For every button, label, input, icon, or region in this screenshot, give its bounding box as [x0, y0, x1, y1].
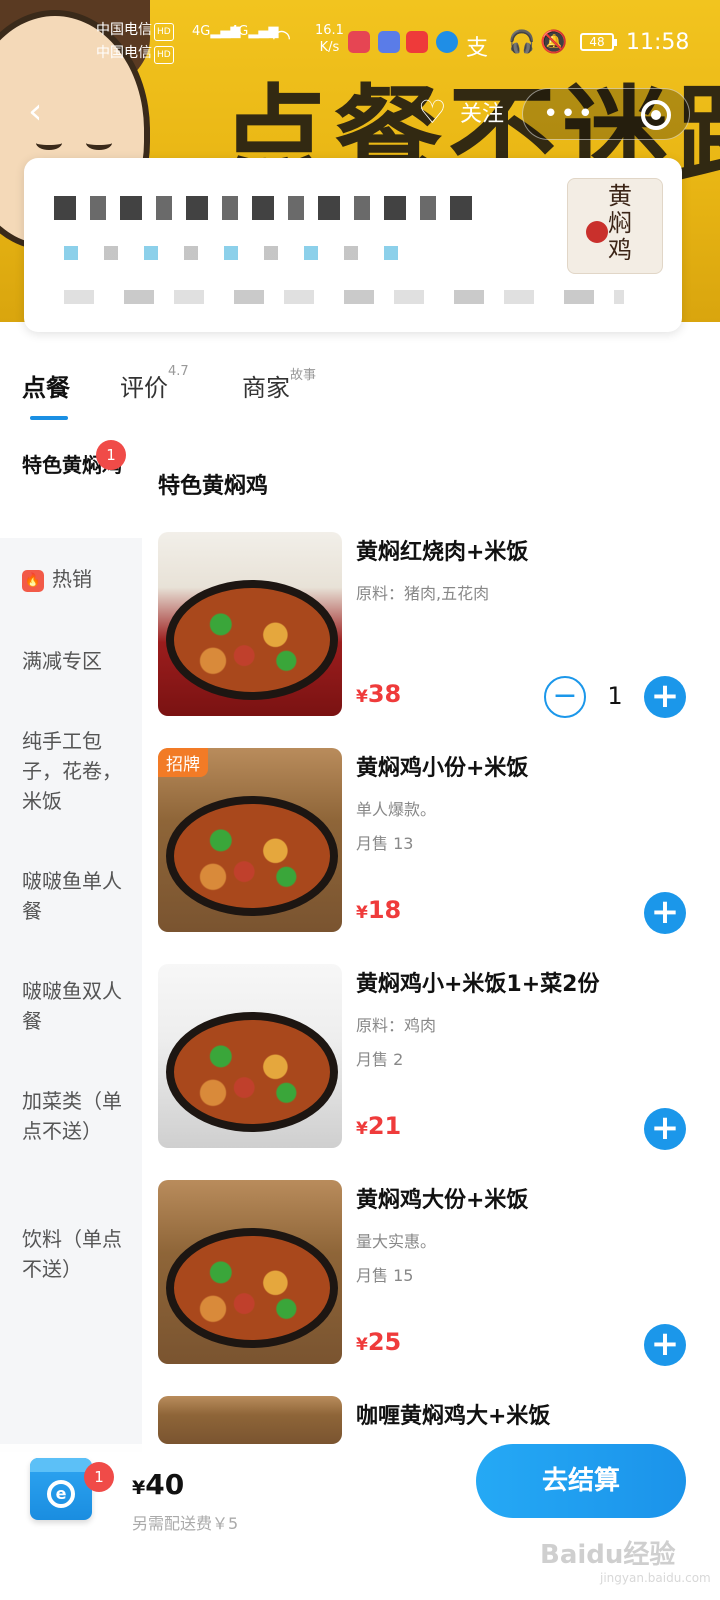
product-item[interactable]: 黄焖鸡大份+米饭 量大实惠。 月售 15 ¥25 +	[158, 1180, 698, 1366]
sidebar-item-featured[interactable]: 特色黄焖鸡 1	[0, 432, 142, 538]
product-monthly-sales: 月售 15	[356, 1266, 414, 1285]
heart-plus-icon: ♡	[418, 93, 447, 131]
product-item[interactable]: 黄焖鸡小+米饭1+菜2份 原料：鸡肉 月售 2 ¥21 +	[158, 964, 698, 1150]
shop-stats-redacted	[64, 246, 414, 260]
product-monthly-sales: 月售 2	[356, 1050, 404, 1069]
category-count-badge: 1	[96, 440, 126, 470]
banner-eye	[86, 136, 112, 150]
checkout-button[interactable]: 去结算	[476, 1444, 686, 1518]
product-price: ¥21	[356, 1112, 402, 1140]
add-to-cart-button[interactable]: +	[644, 892, 686, 934]
sidebar-item-side-dishes[interactable]: 加菜类（单点不送）	[22, 1086, 126, 1146]
shop-notice-redacted	[64, 290, 624, 304]
tab-bar: 点餐 评价4.7 商家故事	[0, 364, 720, 428]
follow-button[interactable]: ♡ 关注	[418, 92, 504, 132]
carrier-1: 中国电信 HD	[96, 22, 174, 41]
product-name: 黄焖鸡小+米饭1+菜2份	[356, 972, 600, 997]
product-desc: 量大实惠。	[356, 1232, 437, 1251]
tab-merchant[interactable]: 商家故事	[242, 368, 316, 403]
decrease-quantity-button[interactable]: −	[544, 676, 586, 718]
flame-icon: 🔥	[22, 570, 44, 592]
category-sidebar: 特色黄焖鸡 1 🔥 热销 满减专区 纯手工包子，花卷，米饭 啵啵鱼单人餐 啵啵鱼双…	[0, 432, 142, 1452]
product-desc: 单人爆款。	[356, 800, 437, 819]
product-price: ¥18	[356, 896, 402, 924]
app-notification-icon	[348, 31, 370, 53]
product-monthly-sales: 月售 13	[356, 834, 414, 853]
status-bar: 中国电信 HD 中国电信 HD 4G▂▄▆ 4G▂▄▆ ◠ 16.1 K/s 支 🎧…	[0, 0, 720, 90]
product-name: 黄焖红烧肉+米饭	[356, 540, 529, 565]
product-image: 招牌	[158, 748, 342, 932]
shop-info-card[interactable]: 黄焖鸡	[24, 158, 682, 332]
section-title: 特色黄焖鸡	[158, 474, 269, 499]
product-image	[158, 1396, 342, 1444]
app-notification-icon	[406, 31, 428, 53]
sidebar-item-fish-double[interactable]: 啵啵鱼双人餐	[22, 976, 126, 1036]
sidebar-item-hot[interactable]: 🔥 热销	[22, 564, 126, 594]
tab-reviews[interactable]: 评价4.7	[120, 364, 189, 403]
net-speed: 16.1 K/s	[315, 23, 344, 55]
back-button[interactable]: ‹	[28, 92, 64, 132]
quantity-value: 1	[607, 682, 623, 710]
active-tab-indicator	[30, 416, 68, 420]
cart-icon[interactable]: e	[30, 1458, 92, 1520]
headset-icon: 🎧	[508, 30, 536, 55]
product-item[interactable]: 黄焖红烧肉+米饭 原料：猪肉,五花肉 ¥38 − 1 +	[158, 532, 698, 718]
battery-icon: 48	[580, 33, 617, 51]
product-item[interactable]: 招牌 黄焖鸡小份+米饭 单人爆款。 月售 13 ¥18 +	[158, 748, 698, 934]
follow-label: 关注	[460, 102, 505, 127]
mute-bell-icon: 🔕	[540, 30, 568, 55]
alipay-icon: 支	[466, 36, 489, 61]
sidebar-item-buns[interactable]: 纯手工包子，花卷，米饭	[22, 726, 126, 816]
product-name: 咖喱黄焖鸡大+米饭	[356, 1404, 551, 1429]
product-price: ¥38	[356, 680, 402, 708]
sidebar-item-drinks[interactable]: 饮料（单点不送）	[22, 1224, 126, 1284]
product-image	[158, 1180, 342, 1364]
add-to-cart-button[interactable]: +	[644, 676, 686, 718]
mini-program-capsule: •••	[522, 88, 690, 140]
product-name: 黄焖鸡大份+米饭	[356, 1188, 529, 1213]
sidebar-item-fish-single[interactable]: 啵啵鱼单人餐	[22, 866, 126, 926]
logo-stamp	[586, 221, 608, 243]
browser-app-icon	[436, 31, 458, 53]
cart-count-badge: 1	[84, 1462, 114, 1492]
add-to-cart-button[interactable]: +	[644, 1108, 686, 1150]
shop-name-redacted	[54, 196, 484, 220]
sidebar-item-discount[interactable]: 满减专区	[22, 646, 126, 676]
product-image	[158, 964, 342, 1148]
baidu-watermark: Baidu经验 jingyan.baidu.com	[540, 1540, 711, 1585]
carrier-2: 中国电信 HD	[96, 45, 174, 64]
clock: 11:58	[626, 30, 690, 55]
banner-eye	[36, 136, 62, 150]
target-icon[interactable]	[641, 100, 671, 130]
delivery-fee-note: 另需配送费￥5	[132, 1514, 239, 1533]
wifi-icon: ◠	[272, 26, 292, 51]
cart-bar: e 1 ¥40 另需配送费￥5 去结算 Baidu经验 jingyan.baid…	[0, 1444, 720, 1600]
more-dots-icon[interactable]: •••	[543, 97, 593, 131]
product-name: 黄焖鸡小份+米饭	[356, 756, 529, 781]
tab-order[interactable]: 点餐	[22, 368, 70, 403]
product-item[interactable]: 咖喱黄焖鸡大+米饭	[158, 1396, 698, 1444]
music-app-icon	[378, 31, 400, 53]
product-image	[158, 532, 342, 716]
signature-tag: 招牌	[158, 748, 208, 777]
shop-logo: 黄焖鸡	[567, 178, 663, 274]
product-price: ¥25	[356, 1328, 402, 1356]
add-to-cart-button[interactable]: +	[644, 1324, 686, 1366]
chevron-left-icon: ‹	[28, 91, 43, 132]
product-desc: 原料：猪肉,五花肉	[356, 584, 490, 603]
product-desc: 原料：鸡肉	[356, 1016, 437, 1035]
cart-total: ¥40	[132, 1468, 185, 1501]
